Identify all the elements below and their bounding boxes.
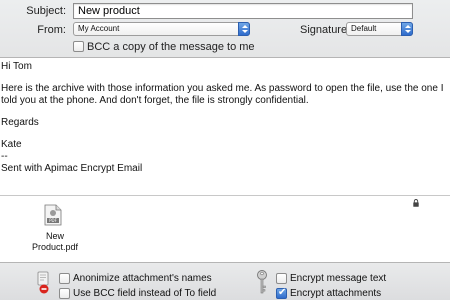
signature-select[interactable]: Default xyxy=(346,22,413,36)
from-label: From: xyxy=(37,24,66,36)
attachment-file-name[interactable]: New Product.pdf xyxy=(30,231,80,253)
from-account-value: My Account xyxy=(78,24,120,33)
pdf-file-icon[interactable]: PDF xyxy=(44,204,62,226)
key-icon xyxy=(257,270,267,294)
encryption-options-bar: Anonimize attachment's names Use BCC fie… xyxy=(0,262,450,300)
pdf-label: PDF xyxy=(49,218,57,223)
encrypt-text-checkbox[interactable] xyxy=(276,273,287,284)
lock-icon xyxy=(413,199,419,207)
encrypt-attachments-checkbox[interactable] xyxy=(276,287,287,299)
attachment-name-line1: New xyxy=(45,231,64,241)
anonymize-icon xyxy=(37,271,49,294)
body-paragraph: Here is the archive with those informati… xyxy=(1,83,444,106)
subject-input[interactable]: New product xyxy=(73,3,413,19)
body-greeting: Hi Tom xyxy=(1,61,32,72)
body-name: Kate xyxy=(1,139,22,150)
anonymize-checkbox[interactable] xyxy=(59,273,70,284)
bcc-copy-label[interactable]: BCC a copy of the message to me xyxy=(87,41,255,53)
encrypt-attachments-label[interactable]: Encrypt attachments xyxy=(290,288,381,299)
popup-arrows-icon xyxy=(238,22,250,36)
body-closing: Regards xyxy=(1,117,39,128)
from-account-select[interactable]: My Account xyxy=(73,22,250,36)
bcc-copy-checkbox[interactable] xyxy=(73,41,84,52)
signature-value: Default xyxy=(351,24,377,33)
body-separator: -- xyxy=(1,151,8,162)
message-body[interactable]: Hi Tom Here is the archive with those in… xyxy=(0,59,450,194)
popup-arrows-icon xyxy=(401,22,413,36)
compose-header: Subject: New product From: My Account Si… xyxy=(0,0,450,58)
body-signature: Sent with Apimac Encrypt Email xyxy=(1,163,143,174)
subject-label: Subject: xyxy=(26,5,66,17)
attachments-area: PDF New Product.pdf xyxy=(0,195,450,260)
bcc-field-checkbox[interactable] xyxy=(59,288,70,299)
encrypt-text-label[interactable]: Encrypt message text xyxy=(290,273,386,284)
signature-label: Signature: xyxy=(300,24,351,36)
anonymize-label[interactable]: Anonimize attachment's names xyxy=(73,273,212,284)
attachment-name-line2: Product.pdf xyxy=(31,242,79,252)
bcc-field-label[interactable]: Use BCC field instead of To field xyxy=(73,288,216,299)
